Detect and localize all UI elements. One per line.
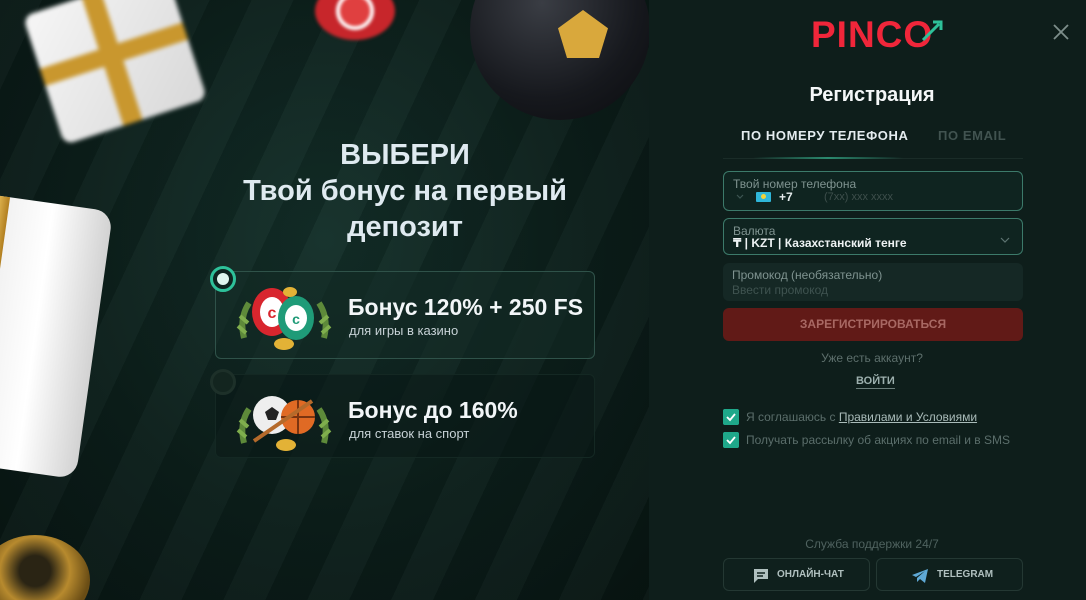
telegram-icon <box>912 569 928 583</box>
phone-field[interactable]: Твой номер телефона +7 <box>723 171 1023 211</box>
bonus-option-casino[interactable]: c c Бонус 120% + 250 FS для игры в казин… <box>210 266 595 359</box>
logo-text: PINCO <box>811 14 934 55</box>
bonus-title: Бонус 120% + 250 FS <box>348 294 584 320</box>
bonus-subtitle: для ставок на спорт <box>349 426 470 441</box>
promo-code-input[interactable] <box>732 282 1012 298</box>
casino-chip-image <box>315 0 395 40</box>
bonus-subtitle: для игры в казино <box>349 323 459 338</box>
promo-title-line: ВЫБЕРИ <box>340 139 470 171</box>
terms-link[interactable]: Правилами и Условиями <box>839 410 977 424</box>
promo-panel: ВЫБЕРИ Твой бонус на первый депозит c c … <box>0 0 649 600</box>
close-icon[interactable] <box>1051 22 1071 42</box>
sport-balls-icon <box>236 396 332 451</box>
trophy-cup-image <box>0 535 90 600</box>
promo-code-field[interactable]: Промокод (необязательно) <box>723 263 1023 301</box>
promo-title: ВЫБЕРИ Твой бонус на первый депозит <box>210 137 600 245</box>
chat-icon <box>754 569 768 583</box>
registration-panel: PINCO Регистрация ПО НОМЕРУ ТЕЛЕФОНА ПО … <box>649 0 1086 600</box>
form-title: Регистрация <box>809 84 935 106</box>
login-link[interactable]: ВОЙТИ <box>856 375 895 389</box>
bonus-radio-unselected[interactable] <box>210 369 236 395</box>
telegram-label: TELEGRAM <box>937 569 994 580</box>
newsletter-checkbox[interactable] <box>723 432 739 448</box>
svg-text:c: c <box>292 311 300 327</box>
promo-title-line: депозит <box>347 211 463 243</box>
online-chat-button[interactable]: ОНЛАЙН-ЧАТ <box>723 558 870 591</box>
chevron-down-icon[interactable] <box>1000 236 1010 244</box>
tab-phone[interactable]: ПО НОМЕРУ ТЕЛЕФОНА <box>741 128 908 143</box>
svg-text:c: c <box>268 305 277 322</box>
phone-input[interactable] <box>824 189 1014 205</box>
currency-select[interactable]: Валюта ₸ | KZT | Казахстанский тенге <box>723 218 1023 255</box>
terms-text: Я соглашаюсь с Правилами и Условиями <box>746 410 977 424</box>
bonus-radio-selected[interactable] <box>210 266 236 292</box>
bonus-option-sport[interactable]: Бонус до 160% для ставок на спорт <box>210 369 595 458</box>
brand-logo: PINCO <box>811 14 943 56</box>
newsletter-text: Получать рассылку об акциях по email и в… <box>746 433 1010 447</box>
tab-email[interactable]: ПО EMAIL <box>938 128 1006 143</box>
registration-tabs: ПО НОМЕРУ ТЕЛЕФОНА ПО EMAIL <box>723 128 1023 162</box>
casino-chips-icon: c c <box>236 287 332 350</box>
terms-prefix: Я соглашаюсь с <box>746 410 839 424</box>
online-chat-label: ОНЛАЙН-ЧАТ <box>777 569 844 580</box>
telegram-button[interactable]: TELEGRAM <box>876 558 1023 591</box>
phone-country-code: +7 <box>779 190 793 204</box>
support-title: Служба поддержки 24/7 <box>805 537 939 551</box>
register-button[interactable]: ЗАРЕГИСТРИРОВАТЬСЯ <box>723 308 1023 341</box>
currency-selected-value: ₸ | KZT | Казахстанский тенге <box>733 236 907 250</box>
promo-code-label: Промокод (необязательно) <box>732 268 883 282</box>
gift-box-image <box>22 0 208 145</box>
active-tab-indicator <box>753 157 903 159</box>
gift-box-image <box>0 190 114 480</box>
chevron-down-icon[interactable] <box>736 193 744 201</box>
terms-checkbox[interactable] <box>723 409 739 425</box>
bonus-title: Бонус до 160% <box>348 397 518 423</box>
promo-title-line: Твой бонус на первый <box>243 175 567 207</box>
have-account-text: Уже есть аккаунт? <box>821 351 923 365</box>
logo-arrow-icon <box>921 20 943 42</box>
kazakhstan-flag-icon[interactable] <box>756 192 771 202</box>
soccer-ball-image <box>470 0 649 120</box>
